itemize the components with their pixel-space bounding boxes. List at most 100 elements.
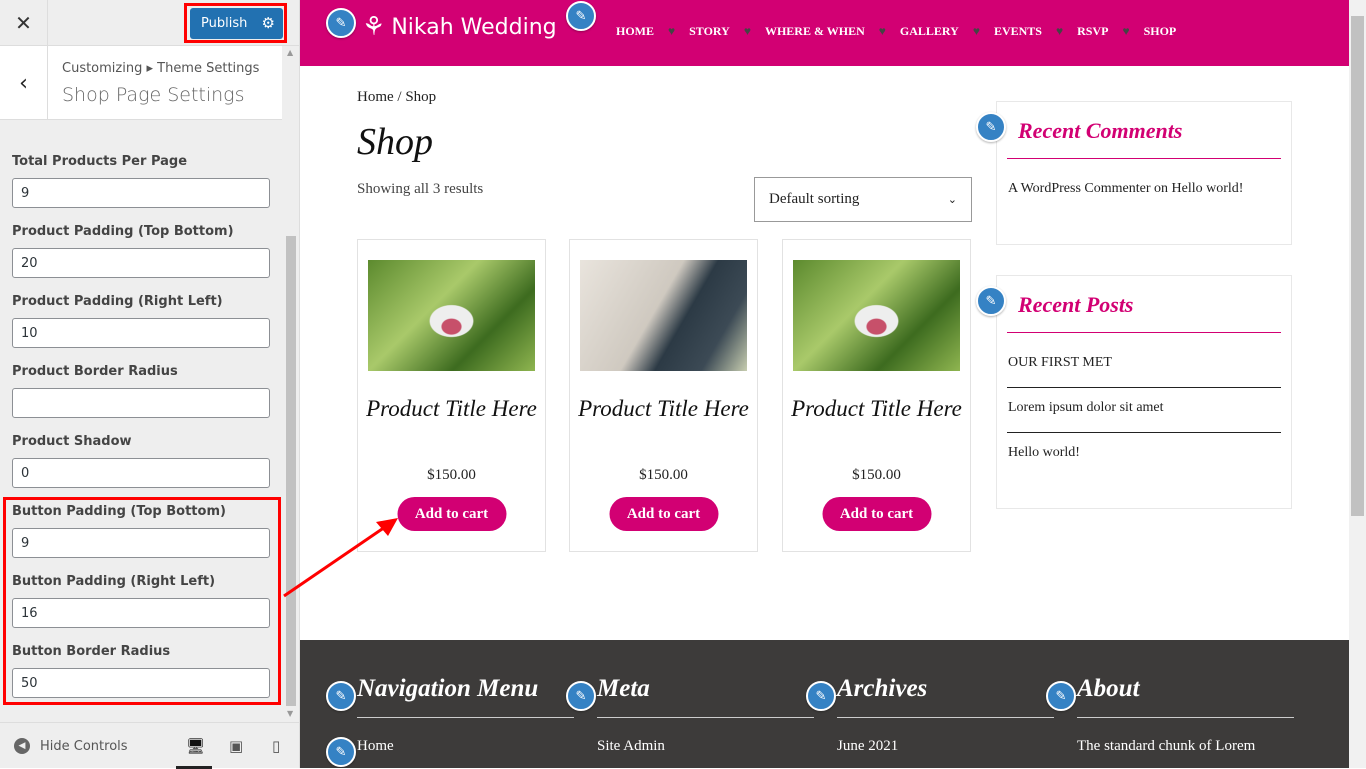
product-shadow-input[interactable] [12, 458, 270, 488]
comment-link[interactable]: A WordPress Commenter on Hello world! [1008, 181, 1243, 197]
add-to-cart-button[interactable]: Add to cart [609, 497, 718, 531]
nav-rsvp[interactable]: RSVP [1077, 24, 1108, 39]
highlight-publish [184, 3, 287, 43]
field-product-shadow: Product Shadow [12, 432, 270, 502]
sort-select[interactable]: Default sorting ⌄ [754, 177, 972, 222]
edit-pencil-icon[interactable]: ✎ [566, 681, 596, 711]
highlight-button-settings [3, 497, 281, 705]
section-title: Shop Page Settings [62, 84, 245, 106]
heart-icon: ♥ [972, 24, 980, 38]
footer-title: Archives [837, 675, 928, 702]
nav-story[interactable]: STORY [689, 24, 730, 39]
product-padding-rl-input[interactable] [12, 318, 270, 348]
total-products-input[interactable] [12, 178, 270, 208]
footer-link[interactable]: Site Admin [597, 738, 814, 755]
scrollbar-thumb[interactable] [286, 236, 296, 706]
breadcrumb: Customizing ▸ Theme Settings [62, 61, 260, 76]
product-padding-tb-input[interactable] [12, 248, 270, 278]
nav-events[interactable]: EVENTS [994, 24, 1042, 39]
footer-link[interactable]: June 2021 [837, 738, 1054, 755]
divider [1007, 387, 1281, 388]
site-logo[interactable]: ⚘ Nikah Wedding [362, 12, 557, 42]
mobile-preview-icon[interactable]: ▯ [272, 737, 280, 755]
heart-icon: ♥ [1055, 24, 1064, 38]
heart-icon: ♥ [743, 24, 751, 38]
divider [597, 717, 814, 718]
section-header: ‹ Customizing ▸ Theme Settings Shop Page… [0, 46, 282, 120]
nav-shop[interactable]: SHOP [1144, 24, 1177, 39]
sort-value: Default sorting [769, 191, 860, 207]
product-image[interactable] [580, 260, 747, 371]
product-title[interactable]: Product Title Here [358, 395, 545, 423]
logo-text: Nikah Wedding [391, 14, 557, 40]
panel-scrollbar[interactable]: ▲ ▼ [284, 46, 298, 722]
scroll-down-icon[interactable]: ▼ [287, 709, 293, 718]
field-label: Product Padding (Top Bottom) [12, 224, 234, 239]
product-image[interactable] [793, 260, 960, 371]
customizer-footer: ◀ Hide Controls 🖥 ▣ ▯ [0, 722, 300, 769]
post-link[interactable]: OUR FIRST MET [1008, 355, 1112, 371]
preview-scrollbar[interactable] [1349, 0, 1366, 768]
product-border-radius-input[interactable] [12, 388, 270, 418]
recent-comments-widget: Recent Comments A WordPress Commenter on… [996, 101, 1292, 245]
field-total-products: Total Products Per Page [12, 152, 270, 222]
footer-text: The standard chunk of Lorem [1077, 738, 1256, 754]
footer-about: About The standard chunk of Lorem [1077, 675, 1294, 755]
nav-where-when[interactable]: WHERE & WHEN [765, 24, 865, 39]
close-icon[interactable]: ✕ [0, 0, 48, 46]
edit-pencil-icon[interactable]: ✎ [976, 286, 1006, 316]
edit-pencil-icon[interactable]: ✎ [806, 681, 836, 711]
product-title[interactable]: Product Title Here [783, 395, 970, 423]
divider [1007, 332, 1281, 333]
nav-home[interactable]: HOME [616, 24, 654, 39]
edit-pencil-icon[interactable]: ✎ [1046, 681, 1076, 711]
result-count: Showing all 3 results [357, 181, 484, 197]
field-product-padding-rl: Product Padding (Right Left) [12, 292, 270, 362]
product-image[interactable] [368, 260, 535, 371]
product-title[interactable]: Product Title Here [570, 395, 757, 423]
add-to-cart-button[interactable]: Add to cart [822, 497, 931, 531]
footer-meta: Meta Site Admin [597, 675, 814, 755]
post-link[interactable]: Hello world! [1008, 445, 1080, 461]
edit-pencil-icon[interactable]: ✎ [326, 8, 356, 38]
tablet-preview-icon[interactable]: ▣ [229, 737, 243, 755]
heart-icon: ♥ [668, 24, 676, 38]
scroll-up-icon[interactable]: ▲ [287, 48, 293, 57]
main-nav: HOME ♥ STORY ♥ WHERE & WHEN ♥ GALLERY ♥ EVEN… [616, 24, 1176, 39]
back-icon[interactable]: ‹ [0, 46, 48, 120]
hide-controls-label: Hide Controls [40, 738, 128, 754]
edit-pencil-icon[interactable]: ✎ [326, 737, 356, 767]
collapse-icon: ◀ [14, 738, 30, 754]
field-label: Total Products Per Page [12, 154, 188, 169]
footer-link[interactable]: Home [357, 738, 574, 755]
site-header: ✎ ⚘ Nikah Wedding ✎ HOME ♥ STORY ♥ WHERE & … [300, 0, 1349, 66]
edit-pencil-icon[interactable]: ✎ [976, 112, 1006, 142]
heart-icon: ♥ [878, 24, 886, 38]
divider [1007, 158, 1281, 159]
footer-title: Meta [597, 675, 650, 702]
product-price: $150.00 [639, 467, 688, 483]
nav-gallery[interactable]: GALLERY [900, 24, 959, 39]
chevron-down-icon: ⌄ [947, 194, 957, 206]
page-title: Shop [357, 121, 433, 163]
field-label: Product Padding (Right Left) [12, 294, 223, 309]
edit-pencil-icon[interactable]: ✎ [566, 1, 596, 31]
product-card: Product Title Here $150.00 Add to cart [782, 239, 971, 552]
footer-title: Navigation Menu [357, 675, 539, 702]
footer-title: About [1077, 675, 1140, 702]
widget-title: Recent Posts [1018, 292, 1134, 317]
widget-title: Recent Comments [1018, 118, 1183, 143]
product-price: $150.00 [852, 467, 901, 483]
product-price: $150.00 [427, 467, 476, 483]
divider [837, 717, 1054, 718]
page-breadcrumb: Home / Shop [357, 89, 437, 105]
site-footer: Navigation Menu Home Meta Site Admin Archi… [300, 640, 1349, 768]
recent-posts-widget: Recent Posts OUR FIRST MET Lorem ipsum d… [996, 275, 1292, 509]
post-link[interactable]: Lorem ipsum dolor sit amet [1008, 400, 1164, 416]
add-to-cart-button[interactable]: Add to cart [397, 497, 506, 531]
hide-controls-button[interactable]: ◀ Hide Controls [14, 738, 128, 754]
edit-pencil-icon[interactable]: ✎ [326, 681, 356, 711]
divider [357, 717, 574, 718]
scrollbar-thumb[interactable] [1351, 16, 1364, 516]
desktop-preview-icon[interactable]: 🖥 [175, 737, 213, 769]
